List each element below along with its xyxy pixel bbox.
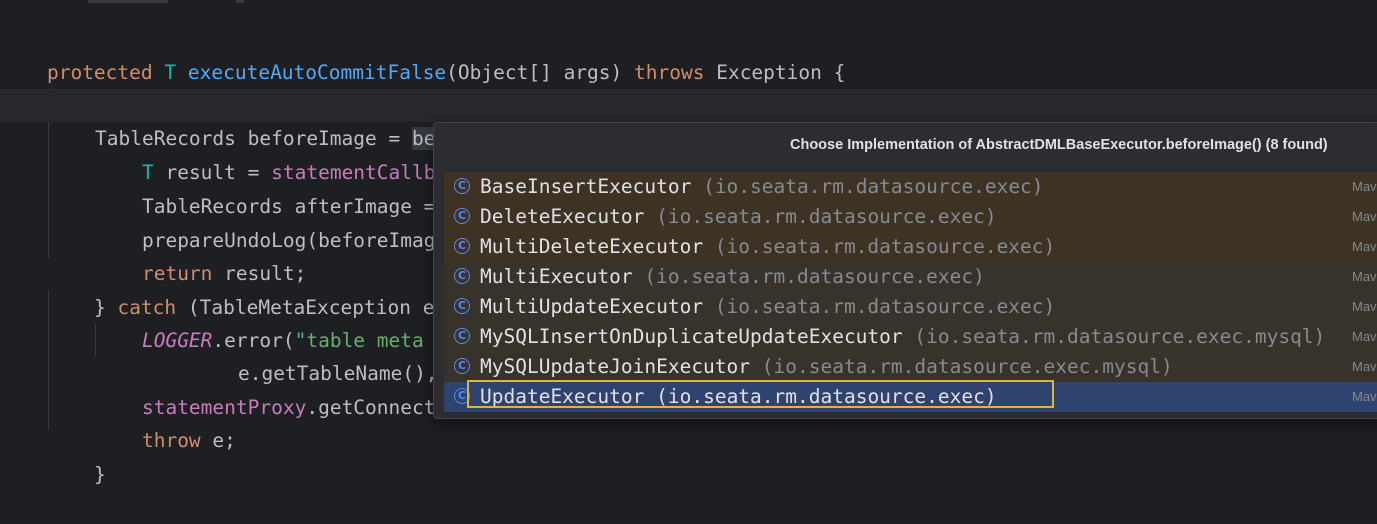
code-line[interactable]: statementProxy.getConnection	[95, 358, 471, 419]
implementation-label: MySQLUpdateJoinExecutor (io.seata.rm.dat…	[480, 352, 1173, 382]
class-name: DeleteExecutor	[480, 205, 645, 228]
implementation-list[interactable]: C BaseInsertExecutor (io.seata.rm.dataso…	[444, 172, 1377, 412]
location-label: Mav	[1352, 209, 1377, 224]
implementation-item[interactable]: C MySQLInsertOnDuplicateUpdateExecutor (…	[444, 322, 1377, 352]
class-icon: C	[454, 328, 470, 344]
code-text: e;	[200, 429, 236, 452]
class-icon: C	[454, 238, 470, 254]
code-text: }	[93, 463, 106, 486]
class-icon: C	[454, 358, 470, 374]
class-icon: C	[454, 388, 470, 404]
implementation-item[interactable]: C DeleteExecutor (io.seata.rm.datasource…	[444, 202, 1377, 232]
package-name: (io.seata.rm.datasource.exec)	[714, 295, 1056, 318]
package-name: (io.seata.rm.datasource.exec.mysql)	[761, 355, 1173, 378]
implementation-item[interactable]: C MySQLUpdateJoinExecutor (io.seata.rm.d…	[444, 352, 1377, 382]
implementation-item[interactable]: C MultiDeleteExecutor (io.seata.rm.datas…	[444, 232, 1377, 262]
type-param: T	[164, 61, 177, 84]
code-line[interactable]: T result = statementCallback	[95, 123, 471, 184]
implementation-item[interactable]: C BaseInsertExecutor (io.seata.rm.dataso…	[444, 172, 1377, 202]
implementation-label: MySQLInsertOnDuplicateUpdateExecutor (io…	[480, 322, 1325, 352]
method-name: executeAutoCommitFalse	[187, 61, 447, 84]
popup-title: Choose Implementation of AbstractDMLBase…	[790, 137, 1328, 153]
choose-implementation-popup[interactable]: Choose Implementation of AbstractDMLBase…	[433, 122, 1377, 419]
keyword: throws	[634, 61, 705, 84]
code-line[interactable]: } catch (TableMetaException e) {	[47, 258, 470, 319]
package-name: (io.seata.rm.datasource.exec)	[656, 205, 997, 228]
package-name: (io.seata.rm.datasource.exec)	[703, 175, 1044, 198]
class-icon: C	[454, 268, 470, 284]
package-name: (io.seata.rm.datasource.exec)	[714, 235, 1056, 258]
location-label: Mav	[1352, 179, 1377, 194]
implementation-label: MultiUpdateExecutor (io.seata.rm.datasou…	[480, 292, 1055, 322]
package-name: (io.seata.rm.datasource.exec.mysql)	[914, 325, 1326, 348]
code-text: Exception {	[704, 61, 846, 84]
code-line[interactable]: protected T executeAutoCommitFalse(Objec…	[0, 23, 845, 84]
location-label: Mav	[1352, 359, 1377, 374]
class-name: MySQLInsertOnDuplicateUpdateExecutor	[480, 325, 903, 348]
implementation-label: UpdateExecutor (io.seata.rm.datasource.e…	[480, 382, 997, 412]
code-line[interactable]: TableRecords afterImage = af	[95, 157, 471, 218]
implementation-label: DeleteExecutor (io.seata.rm.datasource.e…	[480, 202, 997, 232]
class-icon: C	[454, 298, 470, 314]
location-label: Mav	[1352, 329, 1377, 344]
package-name: (io.seata.rm.datasource.exec)	[656, 385, 997, 408]
implementation-label: BaseInsertExecutor (io.seata.rm.datasour…	[480, 172, 1044, 202]
code-line[interactable]: LOGGER.error("table meta wil	[95, 291, 471, 352]
implementation-item-selected[interactable]: C UpdateExecutor (io.seata.rm.datasource…	[444, 382, 1377, 412]
location-label: Mav	[1352, 299, 1377, 314]
implementation-label: MultiExecutor (io.seata.rm.datasource.ex…	[480, 262, 985, 292]
location-label: Mav	[1352, 239, 1377, 254]
implementation-label: MultiDeleteExecutor (io.seata.rm.datasou…	[480, 232, 1055, 262]
class-name: MultiDeleteExecutor	[480, 235, 704, 258]
code-line[interactable]: try {	[47, 57, 153, 118]
location-label: Mav	[1352, 269, 1377, 284]
code-line-current[interactable]: TableRecords beforeImage = beforeImage()…	[0, 89, 1377, 150]
scroll-artifact	[236, 0, 244, 3]
package-name: (io.seata.rm.datasource.exec)	[644, 265, 985, 288]
implementation-item[interactable]: C MultiUpdateExecutor (io.seata.rm.datas…	[444, 292, 1377, 322]
class-name: MultiUpdateExecutor	[480, 295, 704, 318]
code-line[interactable]: prepareUndoLog(beforeImage, a	[95, 191, 482, 252]
code-line[interactable]: return result;	[95, 224, 306, 285]
class-icon: C	[454, 178, 470, 194]
implementation-item[interactable]: C MultiExecutor (io.seata.rm.datasource.…	[444, 262, 1377, 292]
class-name: UpdateExecutor	[480, 385, 645, 408]
scroll-artifact	[88, 0, 168, 3]
keyword: throw	[141, 429, 201, 452]
location-label: Mav	[1352, 389, 1377, 404]
code-line[interactable]: }	[47, 425, 106, 486]
class-name: MySQLUpdateJoinExecutor	[480, 355, 751, 378]
code-line[interactable]: e.getTableName(), e.	[191, 324, 473, 385]
class-name: BaseInsertExecutor	[480, 175, 692, 198]
class-name: MultiExecutor	[480, 265, 633, 288]
code-line[interactable]: throw e;	[95, 391, 236, 452]
class-icon: C	[454, 208, 470, 224]
code-text: (Object[] args)	[446, 61, 635, 84]
